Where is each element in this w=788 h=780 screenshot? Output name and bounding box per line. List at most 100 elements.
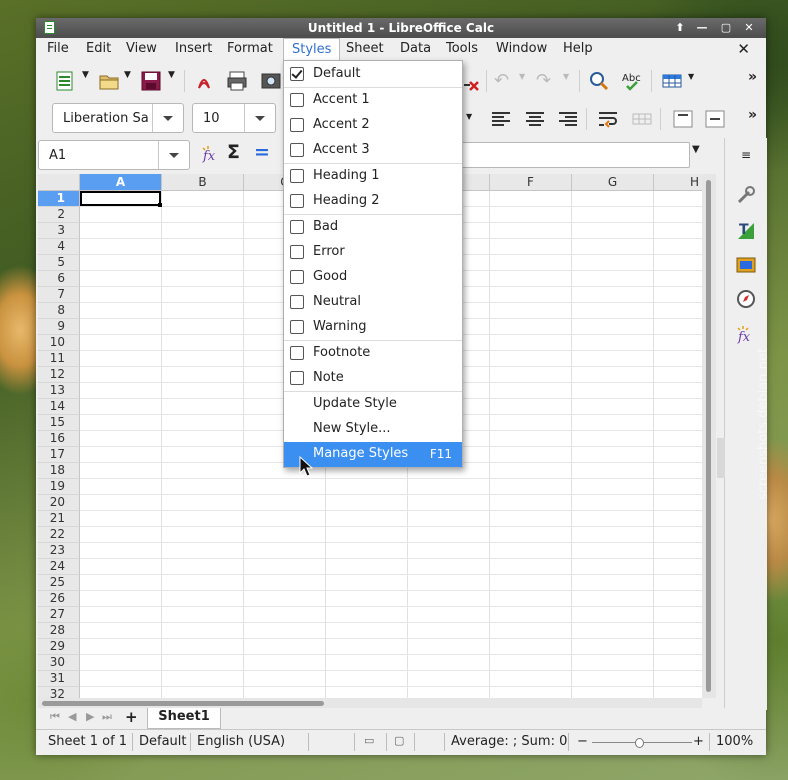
row-header-7[interactable]: 7 — [38, 287, 80, 303]
row-header-32[interactable]: 32 — [38, 687, 80, 698]
sheet-tab-sheet1[interactable]: Sheet1 — [147, 708, 221, 729]
last-sheet-icon[interactable]: ⏭ — [102, 710, 112, 724]
style-menu-item-neutral[interactable]: Neutral — [284, 290, 462, 315]
row-header-28[interactable]: 28 — [38, 623, 80, 639]
menu-data[interactable]: Data — [400, 41, 431, 56]
row-header-25[interactable]: 25 — [38, 575, 80, 591]
style-menu-item-accent-3[interactable]: Accent 3 — [284, 138, 462, 163]
open-folder-icon[interactable] — [98, 70, 120, 92]
selection-mode-icon[interactable]: ▭ — [364, 734, 374, 747]
column-header-g[interactable]: G — [572, 174, 654, 191]
redo-icon[interactable]: ↷ — [536, 70, 558, 92]
row-header-24[interactable]: 24 — [38, 559, 80, 575]
checkbox-icon[interactable] — [290, 194, 304, 208]
properties-icon[interactable] — [735, 184, 757, 206]
checkbox-icon[interactable] — [290, 143, 304, 157]
minimize-icon[interactable]: — — [694, 20, 710, 36]
font-name-combo[interactable]: Liberation Sa — [52, 103, 184, 133]
navigator-icon[interactable] — [735, 288, 757, 310]
formula-equals-icon[interactable]: = — [254, 141, 276, 163]
keep-above-icon[interactable]: ⬆ — [672, 20, 688, 36]
checkbox-icon[interactable] — [290, 118, 304, 132]
align-vcenter-icon[interactable] — [704, 108, 726, 130]
menu-sheet[interactable]: Sheet — [346, 41, 384, 56]
sum-icon[interactable]: Σ — [227, 141, 249, 163]
row-header-26[interactable]: 26 — [38, 591, 80, 607]
zoom-in-icon[interactable]: + — [693, 734, 704, 749]
font-color-dropdown-icon[interactable]: ▼ — [466, 112, 488, 134]
row-header-31[interactable]: 31 — [38, 671, 80, 687]
menu-insert[interactable]: Insert — [175, 41, 212, 56]
menu-format[interactable]: Format — [227, 41, 273, 56]
zoom-out-icon[interactable]: − — [577, 734, 588, 749]
fill-handle[interactable] — [158, 203, 162, 207]
row-header-16[interactable]: 16 — [38, 431, 80, 447]
checkbox-icon[interactable] — [290, 371, 304, 385]
vertical-scrollbar[interactable] — [702, 174, 716, 698]
style-menu-item-heading-1[interactable]: Heading 1 — [284, 164, 462, 189]
wrap-text-icon[interactable] — [597, 108, 619, 130]
style-menu-item-bad[interactable]: Bad — [284, 215, 462, 240]
checkbox-icon[interactable] — [290, 169, 304, 183]
align-top-icon[interactable] — [672, 108, 694, 130]
corner-select-all[interactable] — [38, 174, 80, 191]
menu-view[interactable]: View — [126, 41, 157, 56]
expand-formula-icon[interactable]: ▼ — [692, 144, 714, 166]
row-header-20[interactable]: 20 — [38, 495, 80, 511]
document-modified-icon[interactable]: ▢ — [394, 734, 404, 747]
style-menu-item-heading-2[interactable]: Heading 2 — [284, 189, 462, 214]
style-menu-item-new-style[interactable]: New Style... — [284, 417, 462, 442]
sum-status[interactable]: Average: ; Sum: 0 — [451, 734, 567, 749]
column-header-f[interactable]: F — [490, 174, 572, 191]
name-box[interactable]: A1 — [38, 140, 190, 170]
row-header-5[interactable]: 5 — [38, 255, 80, 271]
style-menu-item-error[interactable]: Error — [284, 240, 462, 265]
merge-cells-icon[interactable] — [631, 108, 653, 130]
row-header-18[interactable]: 18 — [38, 463, 80, 479]
row-header-10[interactable]: 10 — [38, 335, 80, 351]
align-right-icon[interactable] — [557, 108, 579, 130]
gallery-icon[interactable] — [735, 254, 757, 276]
font-size-dropdown-icon[interactable] — [244, 104, 275, 132]
row-header-9[interactable]: 9 — [38, 319, 80, 335]
row-header-23[interactable]: 23 — [38, 543, 80, 559]
menu-window[interactable]: Window — [496, 41, 547, 56]
style-menu-item-note[interactable]: Note — [284, 366, 462, 391]
zoom-level[interactable]: 100% — [716, 734, 753, 749]
style-menu-item-update-style[interactable]: Update Style — [284, 392, 462, 417]
redo-dropdown-icon[interactable]: ▼ — [563, 72, 585, 94]
checked-checkbox-icon[interactable] — [290, 67, 304, 81]
toolbar-overflow-icon[interactable]: » — [748, 69, 770, 91]
maximize-icon[interactable]: ▢ — [718, 20, 734, 36]
row-header-4[interactable]: 4 — [38, 239, 80, 255]
checkbox-icon[interactable] — [290, 93, 304, 107]
checkbox-icon[interactable] — [290, 245, 304, 259]
close-window-icon[interactable]: ✕ — [741, 20, 757, 36]
undo-icon[interactable]: ↶ — [494, 70, 516, 92]
previous-sheet-icon[interactable]: ◀ — [68, 710, 76, 723]
row-column-icon[interactable] — [661, 70, 683, 92]
row-header-6[interactable]: 6 — [38, 271, 80, 287]
checkbox-icon[interactable] — [290, 295, 304, 309]
row-header-14[interactable]: 14 — [38, 399, 80, 415]
style-menu-item-warning[interactable]: Warning — [284, 315, 462, 340]
row-header-21[interactable]: 21 — [38, 511, 80, 527]
styles-icon[interactable]: T — [735, 220, 757, 242]
find-replace-icon[interactable] — [588, 70, 610, 92]
style-menu-item-default[interactable]: Default — [284, 62, 462, 87]
formula-input[interactable] — [456, 142, 690, 168]
menu-help[interactable]: Help — [563, 41, 593, 56]
row-header-1[interactable]: 1 — [38, 191, 80, 207]
sidebar-menu-icon[interactable]: ≡ — [735, 148, 757, 170]
row-column-dropdown-icon[interactable]: ▼ — [688, 72, 710, 94]
menu-styles[interactable]: Styles — [283, 38, 341, 60]
row-header-17[interactable]: 17 — [38, 447, 80, 463]
print-preview-icon[interactable] — [260, 70, 282, 92]
sidebar-collapse-handle[interactable] — [717, 438, 725, 478]
style-menu-item-accent-1[interactable]: Accent 1 — [284, 88, 462, 113]
menu-file[interactable]: File — [47, 41, 69, 56]
horizontal-scrollbar[interactable] — [38, 698, 702, 708]
font-size-combo[interactable]: 10 — [192, 103, 276, 133]
save-icon[interactable] — [140, 70, 162, 92]
column-header-a[interactable]: A — [80, 174, 162, 191]
